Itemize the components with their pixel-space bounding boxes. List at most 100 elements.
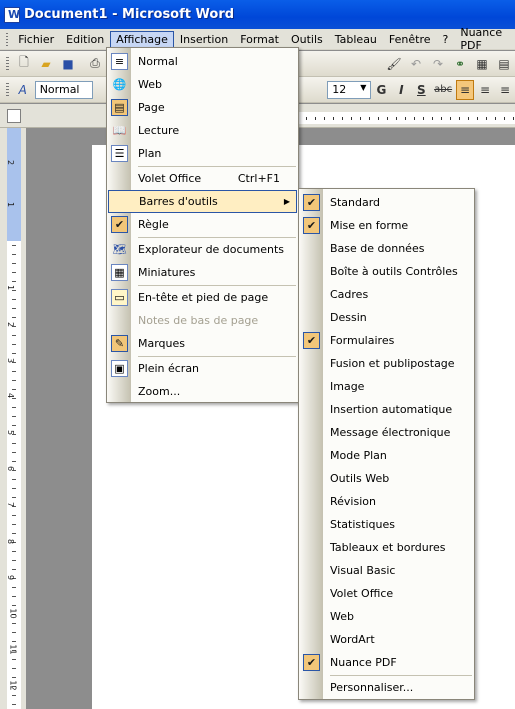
ruler-label: 2 <box>6 159 16 166</box>
save-icon[interactable]: ■ <box>58 54 78 74</box>
open-folder-icon[interactable]: ▰ <box>36 54 56 74</box>
redo-icon[interactable]: ↷ <box>428 54 448 74</box>
submenu-arrow-icon: ▶ <box>283 197 290 206</box>
menu-item-volet-office[interactable]: Volet Office Ctrl+F1 <box>107 167 298 190</box>
style-select[interactable]: Normal <box>34 80 94 99</box>
vertical-ruler-margin <box>7 128 21 241</box>
menu-format[interactable]: Format <box>234 31 285 48</box>
print-icon[interactable]: ⎙ <box>85 54 105 74</box>
chevron-down-icon: ▼ <box>360 82 367 92</box>
toolbar-item-mode-plan[interactable]: Mode Plan <box>299 444 474 467</box>
web-view-icon: 🌐 <box>112 78 127 91</box>
strikethrough-button[interactable]: abc <box>432 80 454 100</box>
menu-item-notes[interactable]: Notes de bas de page <box>107 309 298 332</box>
checkmark-icon: ✔ <box>303 217 320 234</box>
menu-item-entete[interactable]: ▭ En-tête et pied de page <box>107 286 298 309</box>
checkmark-icon: ✔ <box>111 216 128 233</box>
menu-item-zoom[interactable]: Zoom... <box>107 380 298 403</box>
menu-fichier[interactable]: Fichier <box>12 31 60 48</box>
word-app-icon[interactable] <box>4 6 20 23</box>
toolbar-item-wordart[interactable]: WordArt <box>299 628 474 651</box>
menu-item-web[interactable]: 🌐 Web <box>107 73 298 96</box>
menu-item-plan[interactable]: ☰ Plan <box>107 142 298 165</box>
window-title: Document1 - Microsoft Word <box>24 7 235 22</box>
normal-view-icon: ≡ <box>111 53 128 70</box>
toolbar-item-fusion[interactable]: Fusion et publipostage <box>299 352 474 375</box>
italic-button[interactable]: I <box>392 80 410 100</box>
toolbar-item-image[interactable]: Image <box>299 375 474 398</box>
bold-button[interactable]: G <box>372 80 390 100</box>
underline-button[interactable]: S <box>412 80 430 100</box>
new-document-icon[interactable]: 🗋 <box>14 54 34 74</box>
horizontal-ruler[interactable] <box>297 112 515 124</box>
format-painter-icon[interactable]: 🖌 <box>384 54 404 74</box>
vertical-ruler[interactable]: 2 1 1 2 3 4 5 6 7 8 9 10 11 12 <box>0 128 26 709</box>
toolbar-item-insertion-auto[interactable]: Insertion automatique <box>299 398 474 421</box>
toolbar-item-standard[interactable]: ✔ Standard <box>299 191 474 214</box>
toolbar-item-outils-web[interactable]: Outils Web <box>299 467 474 490</box>
menu-item-marques[interactable]: ✎ Marques <box>107 332 298 355</box>
menu-item-plein-ecran[interactable]: ▣ Plein écran <box>107 357 298 380</box>
undo-icon[interactable]: ↶ <box>406 54 426 74</box>
tab-selector-icon[interactable] <box>7 109 21 123</box>
ruler-label: 6 <box>6 465 16 472</box>
menu-help[interactable]: ? <box>437 31 455 48</box>
font-size-value: 12 <box>332 82 347 96</box>
menubar-grip-icon[interactable] <box>6 32 9 46</box>
toolbar-item-mise-en-forme[interactable]: ✔ Mise en forme <box>299 214 474 237</box>
menu-insertion[interactable]: Insertion <box>174 31 234 48</box>
ruler-label: 9 <box>6 574 16 581</box>
tables-borders-icon[interactable]: ▦ <box>472 54 492 74</box>
menu-outils[interactable]: Outils <box>285 31 329 48</box>
reading-view-icon: 📖 <box>112 124 127 137</box>
checkmark-icon: ✔ <box>303 654 320 671</box>
hyperlink-icon[interactable]: ⚭ <box>450 54 470 74</box>
menu-edition[interactable]: Edition <box>60 31 110 48</box>
toolbar-item-message[interactable]: Message électronique <box>299 421 474 444</box>
header-footer-icon: ▭ <box>111 289 128 306</box>
menu-tableau[interactable]: Tableau <box>329 31 383 48</box>
menu-item-lecture[interactable]: 📖 Lecture <box>107 119 298 142</box>
toolbar-item-volet-office[interactable]: Volet Office <box>299 582 474 605</box>
font-size-select[interactable]: 12 ▼ <box>327 80 372 99</box>
menu-item-miniatures[interactable]: ▦ Miniatures <box>107 261 298 284</box>
menu-item-explorateur[interactable]: 🗺 Explorateur de documents <box>107 238 298 261</box>
toolbar-item-formulaires[interactable]: ✔ Formulaires <box>299 329 474 352</box>
menu-item-regle[interactable]: ✔ Règle <box>107 213 298 236</box>
ruler-label: 12 <box>8 680 18 691</box>
ruler-label: 8 <box>6 538 16 545</box>
thumbnails-icon: ▦ <box>111 264 128 281</box>
toolbar-item-web[interactable]: Web <box>299 605 474 628</box>
toolbar-grip-icon[interactable] <box>6 57 9 70</box>
shortcut-label: Ctrl+F1 <box>237 172 280 185</box>
toolbar-grip-icon[interactable] <box>6 83 9 96</box>
toolbar-item-base-donnees[interactable]: Base de données <box>299 237 474 260</box>
menu-item-page[interactable]: ▤ Page <box>107 96 298 119</box>
menu-item-barres-outils[interactable]: Barres d'outils ▶ <box>108 190 297 213</box>
checkmark-icon: ✔ <box>303 194 320 211</box>
title-bar: Document1 - Microsoft Word <box>0 0 515 29</box>
toolbar-item-visual-basic[interactable]: Visual Basic <box>299 559 474 582</box>
toolbar-item-personnaliser[interactable]: Personnaliser... <box>299 676 474 699</box>
menu-nuance-pdf[interactable]: Nuance PDF <box>454 24 515 54</box>
checkmark-icon: ✔ <box>303 332 320 349</box>
toolbar-item-revision[interactable]: Révision <box>299 490 474 513</box>
toolbar-item-controles[interactable]: Boîte à outils Contrôles <box>299 260 474 283</box>
menu-affichage[interactable]: Affichage <box>110 30 174 48</box>
full-screen-icon: ▣ <box>111 360 128 377</box>
styles-formatting-icon[interactable]: A <box>14 80 32 100</box>
toolbar-item-statistiques[interactable]: Statistiques <box>299 513 474 536</box>
toolbar-item-nuance-pdf[interactable]: ✔ Nuance PDF <box>299 651 474 674</box>
align-center-icon[interactable]: ≡ <box>476 80 494 100</box>
toolbar-item-cadres[interactable]: Cadres <box>299 283 474 306</box>
toolbar-item-dessin[interactable]: Dessin <box>299 306 474 329</box>
align-right-icon[interactable]: ≡ <box>496 80 514 100</box>
ruler-label: 1 <box>6 201 16 208</box>
menu-item-normal[interactable]: ≡ Normal <box>107 50 298 73</box>
insert-table-icon[interactable]: ▤ <box>494 54 514 74</box>
view-menu-dropdown: ≡ Normal 🌐 Web ▤ Page 📖 Lecture ☰ Plan V… <box>106 47 299 403</box>
align-left-icon[interactable]: ≡ <box>455 79 475 100</box>
toolbar-item-tableaux[interactable]: Tableaux et bordures <box>299 536 474 559</box>
menu-fenetre[interactable]: Fenêtre <box>383 31 437 48</box>
ruler-label: 1 <box>6 284 16 291</box>
